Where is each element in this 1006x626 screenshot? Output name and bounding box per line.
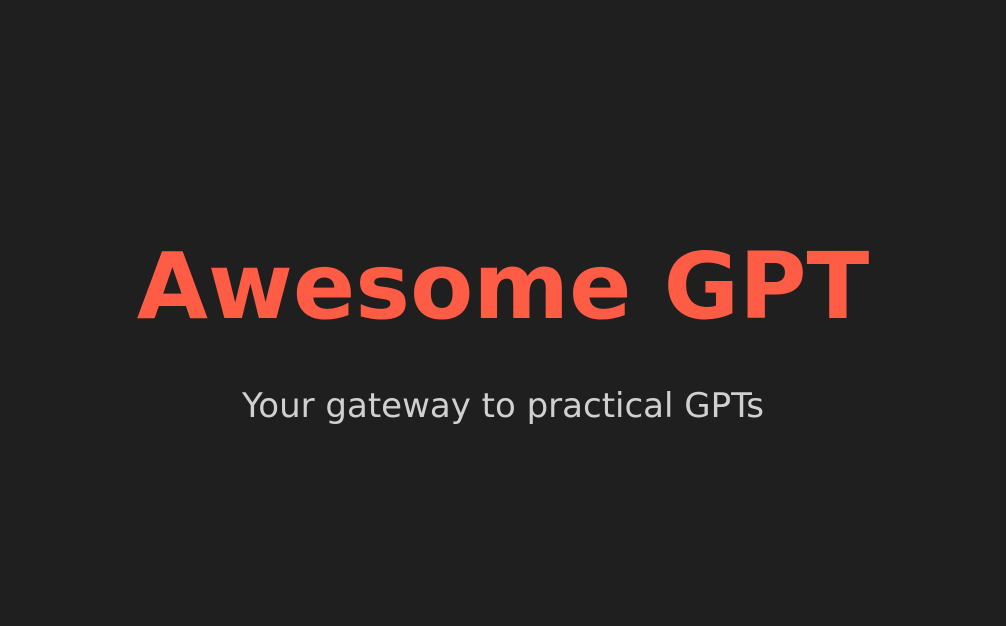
hero-subtitle: Your gateway to practical GPTs (242, 386, 764, 426)
hero-title: Awesome GPT (136, 233, 870, 340)
hero-page: Awesome GPT Your gateway to practical GP… (0, 0, 1006, 626)
